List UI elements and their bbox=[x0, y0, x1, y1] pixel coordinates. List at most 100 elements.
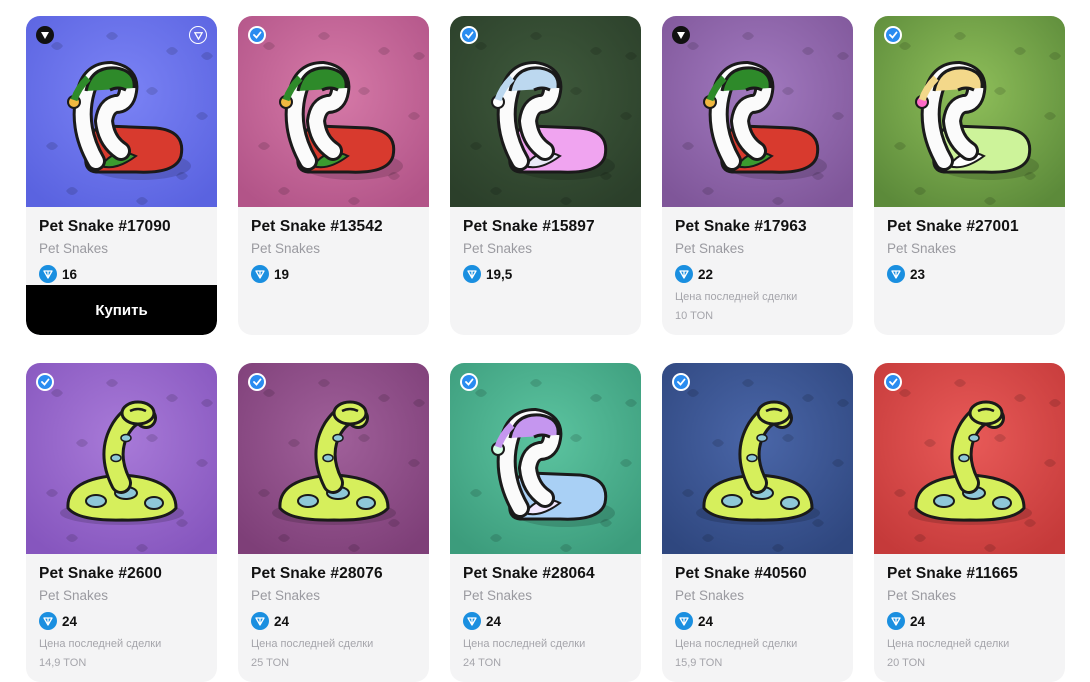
nft-thumbnail[interactable] bbox=[874, 363, 1065, 554]
price-row: 24 bbox=[251, 612, 429, 630]
last-sale-value: 24 TON bbox=[463, 657, 502, 669]
collection-name: Pet Snakes bbox=[251, 241, 321, 256]
ton-diamond-icon bbox=[675, 265, 693, 283]
nft-info: Pet Snake #17963 Pet Snakes 22 Цена последн… bbox=[662, 207, 853, 322]
verified-badge-icon bbox=[460, 26, 478, 44]
ton-diamond-icon bbox=[463, 612, 481, 630]
nft-title[interactable]: Pet Snake #17090 bbox=[39, 218, 217, 236]
nft-thumbnail[interactable] bbox=[26, 16, 217, 207]
pet-snake-image bbox=[662, 16, 853, 207]
nft-info: Pet Snake #2600 Pet Snakes 24 Цена последне… bbox=[26, 554, 217, 669]
collection-name: Pet Snakes bbox=[463, 588, 533, 603]
nft-title[interactable]: Pet Snake #13542 bbox=[251, 218, 429, 236]
price-row: 23 bbox=[887, 265, 1065, 283]
price-value: 24 bbox=[62, 613, 78, 629]
ton-diamond-icon bbox=[887, 265, 905, 283]
verified-badge-icon bbox=[884, 373, 902, 391]
ton-diamond-icon bbox=[675, 612, 693, 630]
nft-title[interactable]: Pet Snake #2600 bbox=[39, 565, 217, 583]
verified-badge-icon bbox=[884, 26, 902, 44]
nft-info: Pet Snake #40560 Pet Snakes 24 Цена последн… bbox=[662, 554, 853, 669]
nft-thumbnail[interactable] bbox=[662, 16, 853, 207]
last-sale-value: 14,9 TON bbox=[39, 657, 87, 669]
nft-card[interactable]: Pet Snake #27001 Pet Snakes 23 bbox=[874, 16, 1065, 335]
nft-info: Pet Snake #28076 Pet Snakes 24 Цена последн… bbox=[238, 554, 429, 669]
nft-title[interactable]: Pet Snake #11665 bbox=[887, 565, 1065, 583]
buy-button[interactable]: Купить bbox=[26, 285, 217, 335]
nft-card[interactable]: Pet Snake #2600 Pet Snakes 24 Цена последне… bbox=[26, 363, 217, 682]
nft-info: Pet Snake #17090 Pet Snakes 16 bbox=[26, 207, 217, 283]
nft-card[interactable]: Pet Snake #11665 Pet Snakes 24 Цена последн… bbox=[874, 363, 1065, 682]
nft-card[interactable]: Pet Snake #15897 Pet Snakes 19,5 bbox=[450, 16, 641, 335]
nft-title[interactable]: Pet Snake #15897 bbox=[463, 218, 641, 236]
nft-thumbnail[interactable] bbox=[662, 363, 853, 554]
nft-info: Pet Snake #15897 Pet Snakes 19,5 bbox=[450, 207, 641, 283]
nft-info: Pet Snake #27001 Pet Snakes 23 bbox=[874, 207, 1065, 283]
ton-diamond-icon bbox=[463, 265, 481, 283]
price-row: 24 bbox=[675, 612, 853, 630]
ton-diamond-icon bbox=[251, 265, 269, 283]
price-row: 16 bbox=[39, 265, 217, 283]
ton-diamond-icon bbox=[39, 265, 57, 283]
nft-card[interactable]: Pet Snake #40560 Pet Snakes 24 Цена последн… bbox=[662, 363, 853, 682]
nft-thumbnail[interactable] bbox=[238, 16, 429, 207]
ton-diamond-icon bbox=[887, 612, 905, 630]
ton-diamond-icon bbox=[39, 612, 57, 630]
verified-badge-icon bbox=[36, 373, 54, 391]
nft-grid: Pet Snake #17090 Pet Snakes 16 Купить Pet S… bbox=[26, 16, 1065, 682]
price-value: 24 bbox=[274, 613, 290, 629]
verified-badge-icon bbox=[248, 26, 266, 44]
pet-snake-image bbox=[874, 16, 1065, 207]
pet-snake-image bbox=[26, 363, 217, 554]
nft-card[interactable]: Pet Snake #17963 Pet Snakes 22 Цена последн… bbox=[662, 16, 853, 335]
collection-name: Pet Snakes bbox=[39, 241, 109, 256]
nft-title[interactable]: Pet Snake #28076 bbox=[251, 565, 429, 583]
last-sale-label: Цена последней сделки bbox=[887, 638, 1010, 650]
nft-card[interactable]: Pet Snake #13542 Pet Snakes 19 bbox=[238, 16, 429, 335]
nft-info: Pet Snake #13542 Pet Snakes 19 bbox=[238, 207, 429, 283]
nft-title[interactable]: Pet Snake #40560 bbox=[675, 565, 853, 583]
price-value: 23 bbox=[910, 266, 926, 282]
collection-name: Pet Snakes bbox=[463, 241, 533, 256]
verified-badge-icon bbox=[460, 373, 478, 391]
nft-thumbnail[interactable] bbox=[26, 363, 217, 554]
last-sale-value: 25 TON bbox=[251, 657, 290, 669]
price-row: 24 bbox=[887, 612, 1065, 630]
last-sale-label: Цена последней сделки bbox=[463, 638, 586, 650]
price-value: 24 bbox=[698, 613, 714, 629]
nft-thumbnail[interactable] bbox=[874, 16, 1065, 207]
price-value: 16 bbox=[62, 266, 78, 282]
price-value: 24 bbox=[486, 613, 502, 629]
nft-title[interactable]: Pet Snake #28064 bbox=[463, 565, 641, 583]
nft-card[interactable]: Pet Snake #28064 Pet Snakes 24 Цена последн… bbox=[450, 363, 641, 682]
collection-name: Pet Snakes bbox=[887, 588, 957, 603]
nft-title[interactable]: Pet Snake #17963 bbox=[675, 218, 853, 236]
nft-thumbnail[interactable] bbox=[450, 16, 641, 207]
price-row: 22 bbox=[675, 265, 853, 283]
last-sale-value: 10 TON bbox=[675, 310, 714, 322]
price-value: 19 bbox=[274, 266, 290, 282]
nft-info: Pet Snake #11665 Pet Snakes 24 Цена последн… bbox=[874, 554, 1065, 669]
nft-thumbnail[interactable] bbox=[238, 363, 429, 554]
nft-card[interactable]: Pet Snake #17090 Pet Snakes 16 Купить bbox=[26, 16, 217, 335]
nft-thumbnail[interactable] bbox=[450, 363, 641, 554]
last-sale-label: Цена последней сделки bbox=[675, 638, 798, 650]
last-sale-label: Цена последней сделки bbox=[251, 638, 374, 650]
ton-diamond-icon bbox=[251, 612, 269, 630]
pet-snake-image bbox=[874, 363, 1065, 554]
pet-snake-image bbox=[450, 363, 641, 554]
pet-snake-image bbox=[238, 16, 429, 207]
price-row: 24 bbox=[39, 612, 217, 630]
price-value: 19,5 bbox=[486, 266, 513, 282]
price-row: 19 bbox=[251, 265, 429, 283]
verified-badge-icon bbox=[672, 373, 690, 391]
price-row: 19,5 bbox=[463, 265, 641, 283]
pet-snake-image bbox=[26, 16, 217, 207]
price-value: 22 bbox=[698, 266, 714, 282]
pet-snake-image bbox=[450, 16, 641, 207]
nft-title[interactable]: Pet Snake #27001 bbox=[887, 218, 1065, 236]
collection-name: Pet Snakes bbox=[675, 588, 745, 603]
last-sale-value: 20 TON bbox=[887, 657, 926, 669]
collection-name: Pet Snakes bbox=[39, 588, 109, 603]
nft-card[interactable]: Pet Snake #28076 Pet Snakes 24 Цена последн… bbox=[238, 363, 429, 682]
